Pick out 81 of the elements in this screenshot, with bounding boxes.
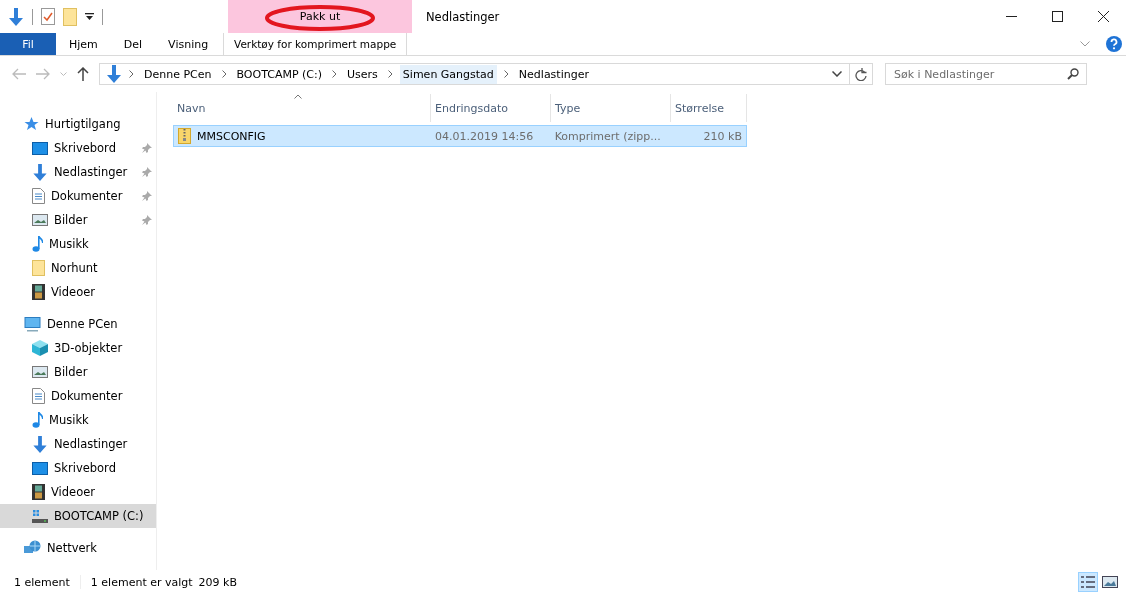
file-name: MMSCONFIG — [197, 129, 266, 143]
search-field[interactable]: Søk i Nedlastinger — [885, 63, 1087, 85]
download-icon — [32, 163, 48, 181]
nav-item[interactable]: Nettverk — [0, 536, 156, 560]
nav-item[interactable]: Skrivebord — [0, 136, 156, 160]
breadcrumb[interactable]: Nedlastinger — [515, 64, 592, 84]
chevron-icon[interactable] — [221, 70, 227, 78]
ribbon-tab[interactable]: Del — [110, 33, 156, 55]
column-header[interactable]: Navn — [173, 94, 431, 122]
breadcrumb[interactable]: Denne PCen — [141, 64, 215, 84]
expand-ribbon-icon[interactable] — [1080, 41, 1090, 47]
window-title: Nedlastinger — [425, 8, 500, 26]
pictures-icon — [32, 366, 48, 378]
status-text: 1 element er valgt — [90, 575, 193, 589]
table-cell-text: 210 kB — [702, 129, 743, 143]
download-icon — [106, 65, 122, 83]
download-icon[interactable] — [8, 7, 24, 26]
cube-icon — [32, 340, 48, 356]
desktop-icon — [32, 461, 48, 475]
address-bar[interactable]: Denne PCen BOOTCAMP (C:) Users Simen Gangstad Nedlastinger — [99, 63, 873, 85]
nav-item[interactable]: Skrivebord — [0, 456, 156, 480]
nav-item[interactable]: Hurtigtilgang — [0, 112, 156, 136]
drive-icon — [32, 509, 48, 523]
context-group-label: Pakk ut — [299, 10, 341, 23]
nav-item[interactable]: Nedlastinger — [0, 432, 156, 456]
nav-item[interactable]: Bilder — [0, 208, 156, 232]
desktop-icon — [32, 141, 48, 155]
status-text: 1 element — [14, 575, 70, 589]
nav-item[interactable]: Dokumenter — [0, 184, 156, 208]
nav-item[interactable]: Dokumenter — [0, 384, 156, 408]
film-icon — [32, 484, 45, 500]
nav-item[interactable]: Videoer — [0, 480, 156, 504]
help-icon[interactable] — [1106, 36, 1122, 52]
maximize-icon[interactable] — [1051, 11, 1063, 22]
dropdown-icon[interactable] — [832, 71, 842, 77]
document-icon — [32, 188, 45, 204]
nav-item[interactable]: Musikk — [0, 232, 156, 256]
chevron-icon[interactable] — [387, 70, 393, 78]
film-icon — [32, 284, 45, 300]
nav-item[interactable]: Videoer — [0, 280, 156, 304]
network-icon — [24, 540, 41, 556]
zip-folder-icon — [178, 128, 191, 144]
details-view-button[interactable] — [1078, 572, 1098, 592]
star-icon — [24, 116, 39, 132]
column-header[interactable]: Størrelse — [671, 94, 747, 122]
document-icon — [32, 388, 45, 404]
nav-item[interactable]: BOOTCAMP (C:) — [0, 504, 156, 528]
breadcrumb[interactable]: Simen Gangstad — [399, 64, 497, 84]
nav-item[interactable]: Musikk — [0, 408, 156, 432]
folder-icon — [32, 260, 45, 276]
status-text: 209 kB — [198, 575, 238, 589]
refresh-icon[interactable] — [855, 67, 867, 81]
close-icon[interactable] — [1097, 11, 1109, 22]
properties-icon[interactable] — [41, 8, 55, 25]
computer-icon — [24, 316, 41, 332]
customize-dropdown-icon[interactable] — [85, 12, 94, 21]
column-header[interactable]: Endringsdato — [431, 94, 551, 122]
breadcrumb[interactable]: BOOTCAMP (C:) — [233, 64, 326, 84]
nav-item[interactable]: Nedlastinger — [0, 160, 156, 184]
pictures-icon — [32, 214, 48, 226]
up-icon[interactable] — [77, 67, 89, 81]
table-cell-text: 04.01.2019 14:56 — [434, 129, 535, 143]
ribbon-tab[interactable]: Visning — [155, 33, 222, 55]
column-header[interactable]: Type — [551, 94, 671, 122]
breadcrumb[interactable]: Users — [344, 64, 381, 84]
search-icon — [1067, 68, 1079, 80]
sort-caret-icon — [293, 94, 302, 99]
chevron-icon[interactable] — [503, 70, 509, 78]
ribbon-tab[interactable]: Hjem — [56, 33, 111, 55]
file-row[interactable]: MMSCONFIG 04.01.2019 14:56 Komprimert (zipp... 210 kB — [173, 125, 747, 147]
chevron-icon[interactable] — [129, 70, 134, 78]
chevron-icon[interactable] — [332, 70, 338, 78]
nav-item[interactable]: Denne PCen — [0, 312, 156, 336]
table-cell-text: Komprimert (zipp... — [553, 129, 662, 143]
nav-item[interactable]: Norhunt — [0, 256, 156, 280]
music-note-icon — [32, 236, 43, 252]
nav-item[interactable]: Bilder — [0, 360, 156, 384]
download-icon — [32, 435, 48, 453]
nav-item[interactable]: 3D-objekter — [0, 336, 156, 360]
music-note-icon — [32, 412, 43, 428]
file-tab[interactable]: Fil — [0, 33, 56, 55]
